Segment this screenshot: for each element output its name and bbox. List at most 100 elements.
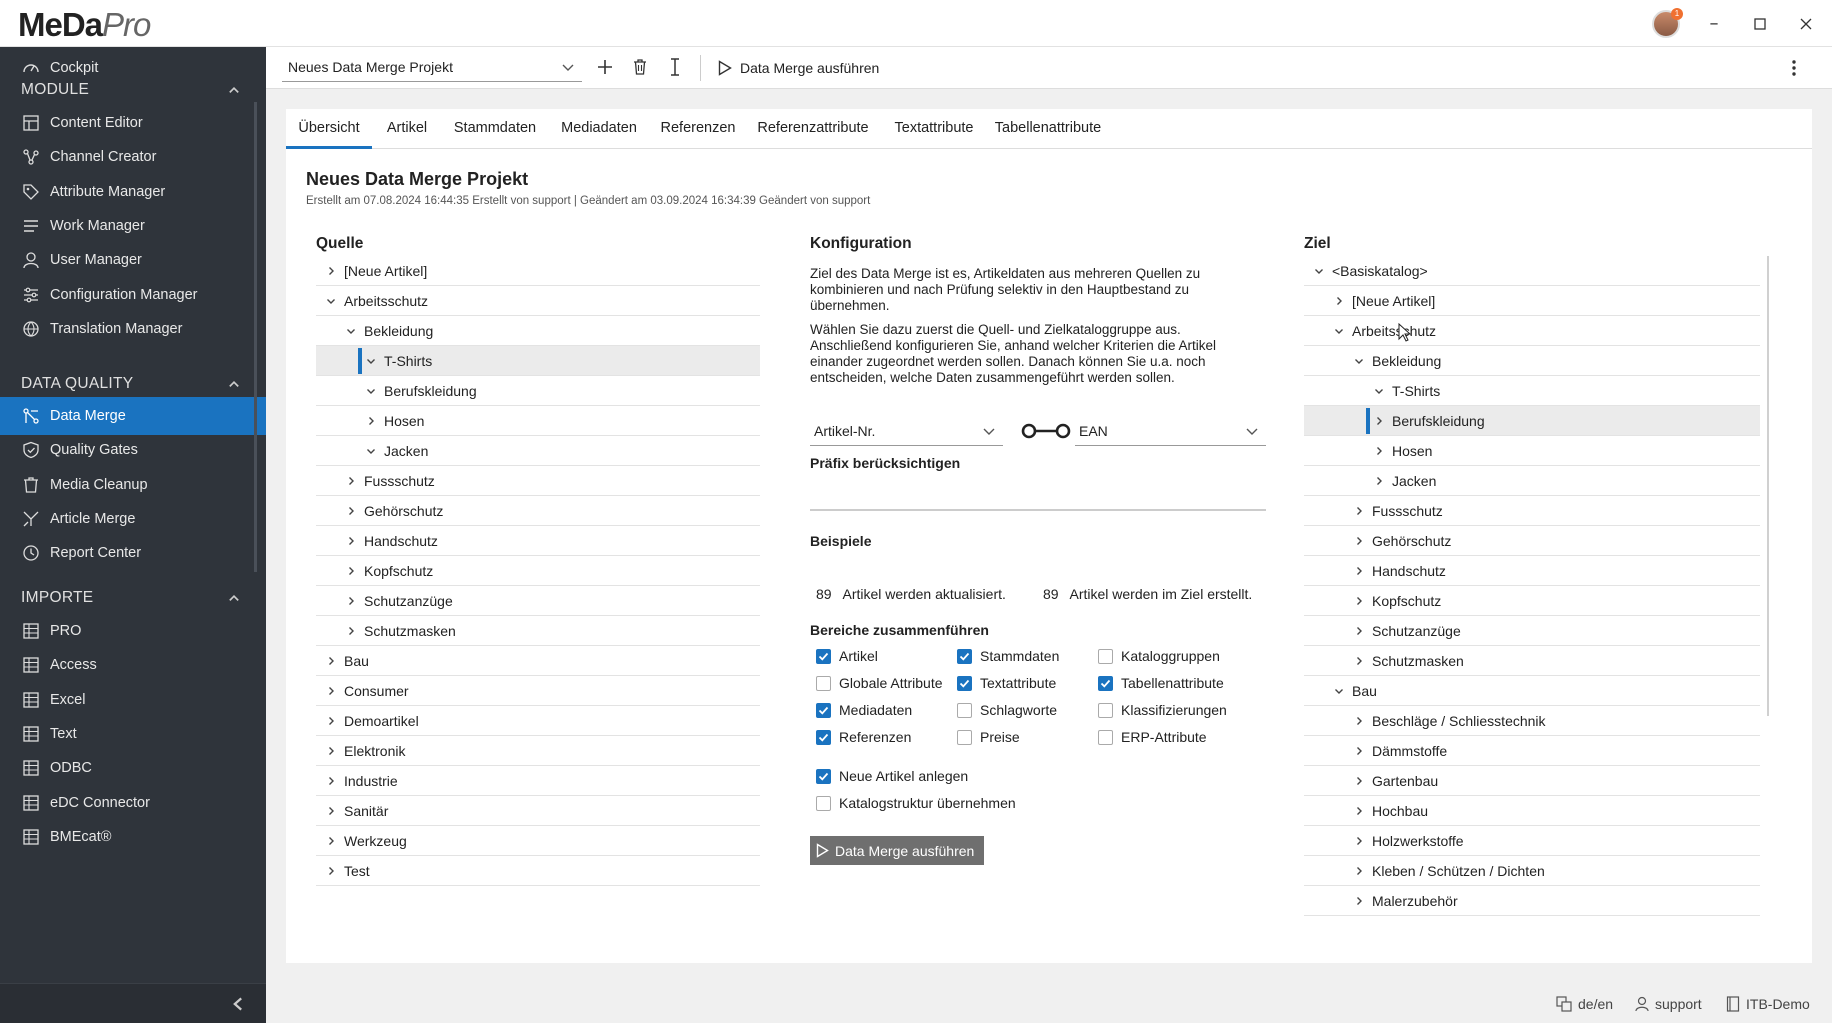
tree-row[interactable]: [Neue Artikel]	[1304, 286, 1760, 316]
chevron-right-icon[interactable]	[1352, 656, 1366, 666]
tab-stammdaten[interactable]: Stammdaten	[442, 109, 548, 149]
sidebar-item-media-cleanup[interactable]: Media Cleanup	[0, 466, 266, 504]
sidebar-item-channel-creator[interactable]: Channel Creator	[0, 138, 266, 176]
chevron-right-icon[interactable]	[324, 656, 338, 666]
tree-row[interactable]: Arbeitsschutz	[1304, 316, 1760, 346]
tree-row[interactable]: Elektronik	[316, 736, 760, 766]
tree-row[interactable]: Arbeitsschutz	[316, 286, 760, 316]
tree-row[interactable]: Werkzeug	[316, 826, 760, 856]
sidebar-collapse-button[interactable]	[0, 983, 266, 1023]
chevron-right-icon[interactable]	[324, 776, 338, 786]
tree-row[interactable]: Hosen	[316, 406, 760, 436]
chevron-right-icon[interactable]	[324, 686, 338, 696]
chevron-down-icon[interactable]	[364, 356, 378, 366]
tree-row[interactable]: Schutzmasken	[316, 616, 760, 646]
tree-row[interactable]: Bau	[316, 646, 760, 676]
tab-uebersicht[interactable]: Übersicht	[286, 109, 372, 149]
tree-row[interactable]: Fussschutz	[1304, 496, 1760, 526]
tree-row[interactable]: <Basiskatalog>	[1304, 256, 1760, 286]
chevron-right-icon[interactable]	[344, 566, 358, 576]
tree-row[interactable]: Bekleidung	[316, 316, 760, 346]
tree-row[interactable]: Malerzubehör	[1304, 886, 1760, 916]
chevron-down-icon[interactable]	[364, 446, 378, 456]
sidebar-item-content-editor[interactable]: Content Editor	[0, 104, 266, 142]
chevron-right-icon[interactable]	[1352, 506, 1366, 516]
checkbox-schlagworte[interactable]: Schlagworte	[957, 699, 1057, 721]
sidebar-item-translation-manager[interactable]: Translation Manager	[0, 310, 266, 348]
target-scrollbar[interactable]	[1767, 256, 1769, 716]
tree-row[interactable]: T-Shirts	[1304, 376, 1760, 406]
tree-row[interactable]: Industrie	[316, 766, 760, 796]
tree-row[interactable]: Kopfschutz	[1304, 586, 1760, 616]
tree-row[interactable]: Demoartikel	[316, 706, 760, 736]
chevron-right-icon[interactable]	[1352, 746, 1366, 756]
tree-row[interactable]: Jacken	[1304, 466, 1760, 496]
chevron-right-icon[interactable]	[344, 626, 358, 636]
chevron-right-icon[interactable]	[324, 746, 338, 756]
sidebar-item-report-center[interactable]: Report Center	[0, 534, 266, 572]
sidebar-item-access[interactable]: Access	[0, 646, 266, 684]
tree-row[interactable]: T-Shirts	[316, 346, 760, 376]
chevron-right-icon[interactable]	[324, 266, 338, 276]
tree-row[interactable]: Handschutz	[316, 526, 760, 556]
checkbox-stammdaten[interactable]: Stammdaten	[957, 645, 1059, 667]
minimize-icon[interactable]: –	[1702, 12, 1726, 36]
chevron-right-icon[interactable]	[1352, 776, 1366, 786]
sidebar-item-edc-connector[interactable]: eDC Connector	[0, 784, 266, 822]
checkbox-kataloggruppen[interactable]: Kataloggruppen	[1098, 645, 1220, 667]
language-switch[interactable]: de/en	[1556, 995, 1613, 1013]
tree-row[interactable]: Consumer	[316, 676, 760, 706]
chevron-down-icon[interactable]	[364, 386, 378, 396]
chevron-right-icon[interactable]	[324, 716, 338, 726]
tree-row[interactable]: Gehörschutz	[1304, 526, 1760, 556]
sidebar-item-configuration-manager[interactable]: Configuration Manager	[0, 276, 266, 314]
chevron-right-icon[interactable]	[1352, 536, 1366, 546]
sidebar-scrollbar[interactable]	[254, 102, 257, 572]
tree-row[interactable]: Bau	[1304, 676, 1760, 706]
checkbox-preise[interactable]: Preise	[957, 726, 1020, 748]
tree-row[interactable]: [Neue Artikel]	[316, 256, 760, 286]
tab-textattribute[interactable]: Textattribute	[880, 109, 988, 149]
sidebar-item-article-merge[interactable]: Article Merge	[0, 500, 266, 538]
chevron-right-icon[interactable]	[1372, 416, 1386, 426]
run-data-merge-toolbar-button[interactable]: Data Merge ausführen	[718, 53, 879, 83]
tree-row[interactable]: Handschutz	[1304, 556, 1760, 586]
chevron-right-icon[interactable]	[1352, 596, 1366, 606]
tree-row[interactable]: Jacken	[316, 436, 760, 466]
source-key-select[interactable]: Artikel-Nr.	[810, 416, 1003, 446]
chevron-right-icon[interactable]	[344, 536, 358, 546]
add-icon[interactable]	[594, 56, 616, 78]
sidebar-item-excel[interactable]: Excel	[0, 681, 266, 719]
chevron-down-icon[interactable]	[1372, 386, 1386, 396]
checkbox-klassifizierungen[interactable]: Klassifizierungen	[1098, 699, 1227, 721]
checkbox-neue-artikel-anlegen[interactable]: Neue Artikel anlegen	[816, 765, 968, 787]
more-vertical-icon[interactable]	[1784, 57, 1804, 79]
chevron-right-icon[interactable]	[1352, 896, 1366, 906]
tree-row[interactable]: Sanitär	[316, 796, 760, 826]
chevron-right-icon[interactable]	[1352, 626, 1366, 636]
chevron-right-icon[interactable]	[1352, 566, 1366, 576]
sidebar-item-odbc[interactable]: ODBC	[0, 749, 266, 787]
checkbox-mediadaten[interactable]: Mediadaten	[816, 699, 912, 721]
chevron-right-icon[interactable]	[324, 806, 338, 816]
close-icon[interactable]	[1794, 12, 1818, 36]
chevron-right-icon[interactable]	[324, 866, 338, 876]
tree-row[interactable]: Schutzanzüge	[1304, 616, 1760, 646]
chevron-right-icon[interactable]	[1352, 866, 1366, 876]
tree-row[interactable]: Kleben / Schützen / Dichten	[1304, 856, 1760, 886]
tree-row[interactable]: Fussschutz	[316, 466, 760, 496]
project-select[interactable]: Neues Data Merge Projekt	[282, 52, 582, 82]
tree-row[interactable]: Berufskleidung	[1304, 406, 1760, 436]
environment[interactable]: ITB-Demo	[1726, 995, 1810, 1013]
current-user[interactable]: support	[1635, 995, 1702, 1013]
chevron-down-icon[interactable]	[1352, 356, 1366, 366]
run-data-merge-button[interactable]: Data Merge ausführen	[810, 836, 985, 865]
tree-row[interactable]: Berufskleidung	[316, 376, 760, 406]
maximize-icon[interactable]	[1748, 12, 1772, 36]
sidebar-item-attribute-manager[interactable]: Attribute Manager	[0, 173, 266, 211]
chevron-right-icon[interactable]	[344, 596, 358, 606]
checkbox-erp-attribute[interactable]: ERP-Attribute	[1098, 726, 1207, 748]
chevron-down-icon[interactable]	[1332, 326, 1346, 336]
tab-tabellenattribute[interactable]: Tabellenattribute	[988, 109, 1108, 149]
checkbox-artikel[interactable]: Artikel	[816, 645, 878, 667]
